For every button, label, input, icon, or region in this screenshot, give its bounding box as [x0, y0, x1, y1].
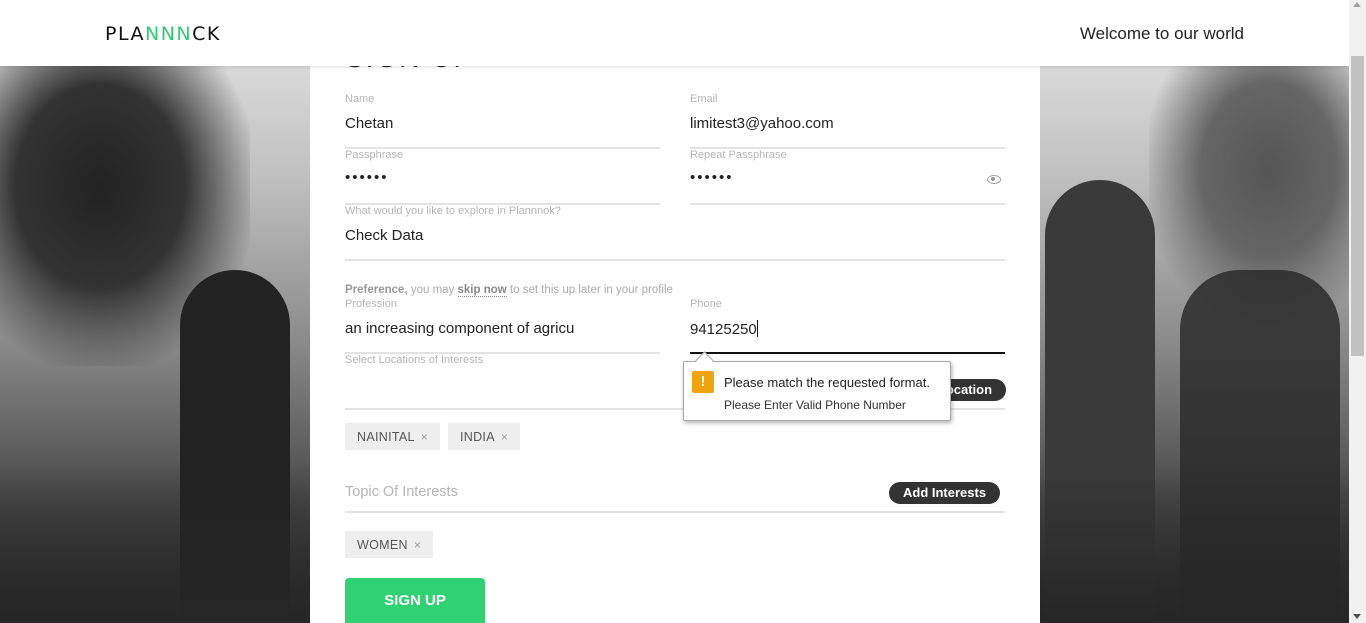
explore-value[interactable]: Check Data	[345, 227, 1005, 244]
preference-bold: Preference,	[345, 284, 408, 296]
tooltip-detail: Please Enter Valid Phone Number	[724, 398, 906, 412]
page-scrollbar[interactable]	[1349, 0, 1366, 623]
profession-label: Profession	[345, 298, 397, 310]
warning-icon: !	[692, 371, 714, 393]
remove-tag-icon[interactable]: ×	[501, 430, 508, 444]
remove-tag-icon[interactable]: ×	[421, 430, 428, 444]
name-field[interactable]: Name Chetan	[345, 93, 660, 149]
explore-label: What would you like to explore in Plannn…	[345, 205, 561, 217]
phone-value-text: 94125250	[690, 321, 757, 338]
passphrase-label: Passphrase	[345, 149, 404, 161]
logo[interactable]: PLANNNCK	[105, 23, 221, 45]
interest-tag: WOMEN ×	[345, 531, 434, 558]
repeat-passphrase-field[interactable]: Repeat Passphrase ••••••	[690, 149, 1005, 205]
name-label: Name	[345, 93, 375, 105]
logo-prefix: PLA	[105, 23, 145, 45]
profession-value[interactable]: an increasing component of agricu	[345, 320, 660, 337]
phone-field[interactable]: Phone 94125250	[690, 298, 1005, 354]
validation-tooltip: ! Please match the requested format. Ple…	[683, 361, 951, 421]
passphrase-field[interactable]: Passphrase ••••••	[345, 149, 660, 205]
scroll-down-arrow-icon[interactable]	[1353, 614, 1361, 619]
skip-now-link[interactable]: skip now	[457, 284, 507, 297]
passphrase-value[interactable]: ••••••	[345, 169, 660, 186]
name-value[interactable]: Chetan	[345, 115, 660, 132]
top-header: PLANNNCK Welcome to our world	[0, 0, 1349, 66]
location-tag: NAINITAL ×	[345, 423, 441, 450]
explore-field[interactable]: What would you like to explore in Plannn…	[345, 205, 1005, 261]
preference-text2: to set this up later in your profile	[506, 284, 673, 296]
phone-label: Phone	[690, 298, 722, 310]
remove-tag-icon[interactable]: ×	[414, 538, 421, 552]
email-label: Email	[690, 93, 718, 105]
location-tag: INDIA ×	[448, 423, 521, 450]
logo-suffix: CK	[192, 23, 221, 45]
scrollbar-thumb[interactable]	[1351, 56, 1364, 356]
topic-placeholder: Topic Of Interests	[345, 484, 458, 500]
tag-label: WOMEN	[357, 538, 408, 552]
locations-label: Select Locations of Interests	[345, 354, 484, 366]
add-interests-button[interactable]: Add Interests	[889, 482, 1001, 504]
email-field[interactable]: Email limitest3@yahoo.com	[690, 93, 1005, 149]
phone-value[interactable]: 94125250	[690, 320, 1005, 338]
tag-label: INDIA	[460, 430, 495, 444]
signup-button[interactable]: SIGN UP	[345, 578, 485, 623]
logo-mid: NNN	[144, 23, 193, 45]
tag-label: NAINITAL	[357, 430, 415, 444]
scroll-up-arrow-icon[interactable]	[1353, 2, 1361, 7]
repeat-passphrase-value[interactable]: ••••••	[690, 169, 1005, 186]
email-value[interactable]: limitest3@yahoo.com	[690, 115, 1005, 132]
preference-note: Preference, you may skip now to set this…	[345, 284, 673, 297]
welcome-text: Welcome to our world	[1079, 24, 1244, 43]
signup-panel: SIGN UP Name Chetan Email limitest3@yaho…	[310, 0, 1040, 623]
tooltip-message: Please match the requested format.	[724, 375, 930, 390]
profession-field[interactable]: Profession an increasing component of ag…	[345, 298, 660, 354]
text-cursor	[756, 320, 758, 337]
repeat-passphrase-label: Repeat Passphrase	[690, 149, 787, 161]
eye-icon[interactable]	[987, 175, 1001, 184]
preference-text1: you may	[407, 284, 458, 296]
